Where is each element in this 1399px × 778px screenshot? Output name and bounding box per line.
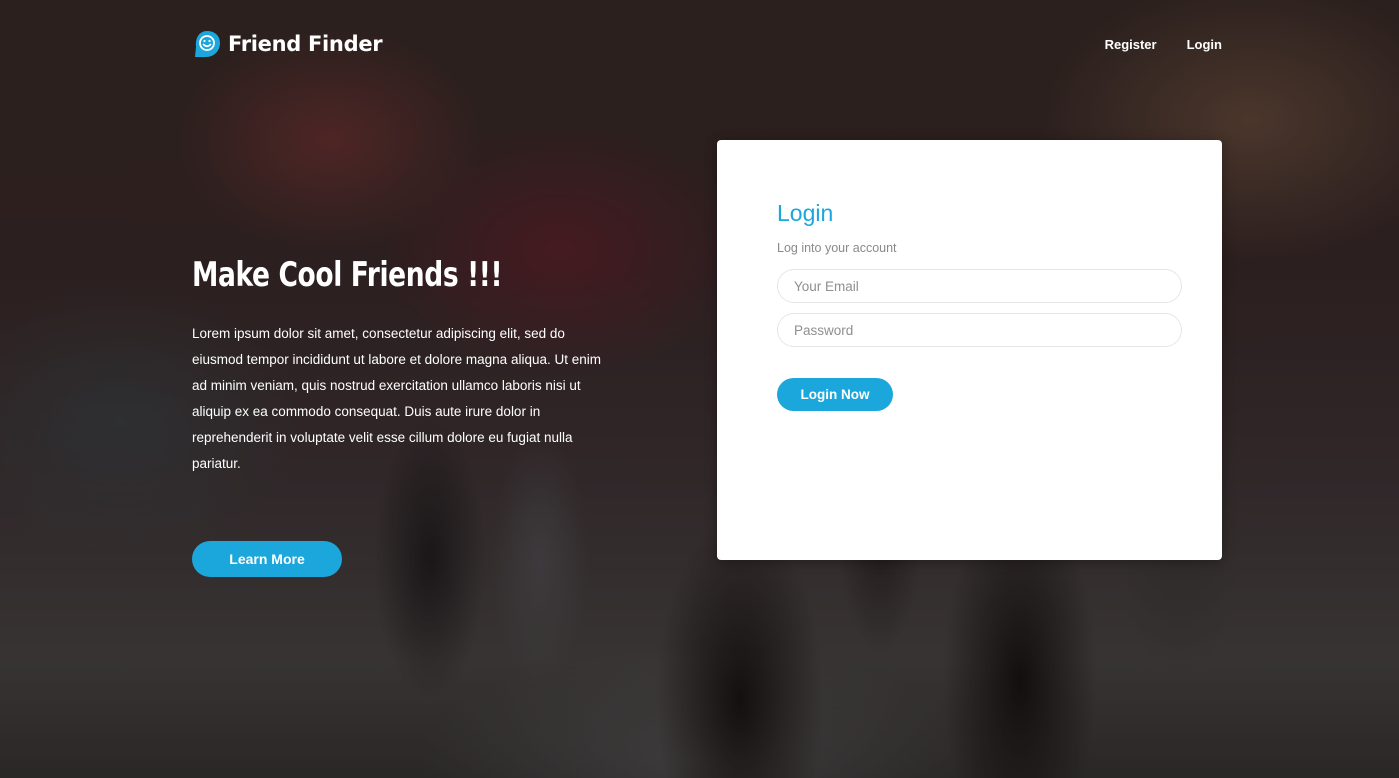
login-card: Login Log into your account Login Now [717,140,1222,560]
login-subtitle: Log into your account [777,241,897,255]
hero-title: Make Cool Friends !!! [192,255,503,295]
smiley-bubble-icon [195,31,220,57]
email-field[interactable] [777,269,1182,303]
login-now-button[interactable]: Login Now [777,378,893,411]
nav-login-link[interactable]: Login [1187,37,1222,52]
hero-description: Lorem ipsum dolor sit amet, consectetur … [192,326,601,471]
brand-name: Friend Finder [228,32,383,56]
hero-section: Make Cool Friends !!! Lorem ipsum dolor … [192,255,617,477]
password-field[interactable] [777,313,1182,347]
learn-more-button[interactable]: Learn More [192,541,342,577]
nav-register-link[interactable]: Register [1105,37,1157,52]
top-nav: Register Login [1105,37,1222,52]
brand-logo-link[interactable]: Friend Finder [192,29,383,59]
login-title: Login [777,200,834,226]
top-header: Friend Finder Register Login [192,0,1222,88]
